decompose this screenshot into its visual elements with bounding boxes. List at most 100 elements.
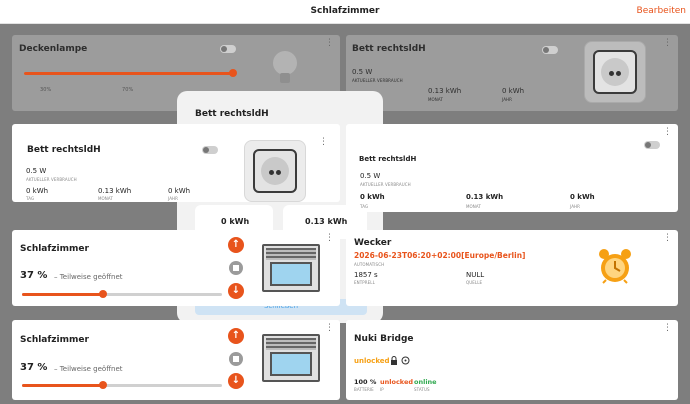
plug-right-power: 0.5 W <box>360 172 381 180</box>
nuki-battery: 100 % <box>354 378 377 386</box>
nuki-card[interactable]: Nuki Bridge ⋮ unlocked 100 % BATTERIE un… <box>346 320 678 400</box>
socket-pin <box>276 169 281 175</box>
lamp-scale-70: 70% <box>122 87 134 93</box>
plug-right-year-label: JAHR <box>570 204 581 209</box>
cover-1-percent: 37 % <box>20 270 48 281</box>
plug-left-toggle[interactable] <box>202 146 218 154</box>
dialog-tile-left-value: 0 kWh <box>221 217 250 226</box>
alarm-left-label: ENTPRELL <box>354 280 375 285</box>
cover-2-slider-thumb[interactable] <box>99 381 107 389</box>
arrow-up-icon[interactable]: ↑ <box>228 237 244 253</box>
cover-2-percent: 37 % <box>20 362 48 373</box>
lamp-scale-30: 30% <box>40 87 52 93</box>
socket-pin <box>609 70 614 76</box>
alarm-clock-icon <box>599 249 631 284</box>
edit-button[interactable]: Bearbeiten <box>637 6 686 16</box>
window-cover-icon <box>262 244 320 292</box>
lamp-brightness-slider[interactable] <box>24 69 237 77</box>
cover-1-slider-fill <box>22 293 102 296</box>
lamp-toggle[interactable] <box>220 45 236 53</box>
more-menu-icon[interactable]: ⋮ <box>319 138 328 147</box>
plug-top-month: 0.13 kWh <box>428 87 462 95</box>
plug-top-title: Bett rechtsldH <box>352 44 426 54</box>
nuki-lock-state: unlocked <box>354 357 390 365</box>
plug-top-year: 0 kWh <box>502 87 525 95</box>
plug-left-year-label: JAHR <box>168 196 179 201</box>
plug-top-year-label: JAHR <box>502 97 513 102</box>
cover-1-state: – Teilweise geöffnet <box>54 273 123 281</box>
plug-left-day: 0 kWh <box>26 187 49 195</box>
more-menu-icon[interactable]: ⋮ <box>663 324 672 333</box>
window-shade <box>266 338 316 350</box>
more-menu-icon[interactable]: ⋮ <box>663 39 672 48</box>
nuki-ip: unlocked <box>380 378 414 386</box>
unlock-action-icon[interactable] <box>401 356 410 365</box>
cover-2-state: – Teilweise geöffnet <box>54 365 123 373</box>
more-menu-icon[interactable]: ⋮ <box>663 128 672 137</box>
cover-card-1[interactable]: Schlafzimmer ⋮ 37 % – Teilweise geöffnet… <box>12 230 340 306</box>
lamp-slider-thumb[interactable] <box>229 69 237 77</box>
socket-face <box>593 50 637 94</box>
plug-left-title: Bett rechtsldH <box>27 145 101 155</box>
more-menu-icon[interactable]: ⋮ <box>325 234 334 243</box>
plug-top-month-label: MONAT <box>428 97 443 102</box>
dialog-tile-right-value: 0.13 kWh <box>305 217 348 226</box>
plug-top-toggle[interactable] <box>542 46 558 54</box>
top-bar: Schlafzimmer Bearbeiten <box>0 0 690 24</box>
cover-1-slider-thumb[interactable] <box>99 290 107 298</box>
window-glass <box>270 352 312 376</box>
plug-right-power-label: AKTUELLER VERBRAUCH <box>360 182 411 187</box>
cover-2-title: Schlafzimmer <box>20 335 89 345</box>
plug-left-year: 0 kWh <box>168 187 191 195</box>
plug-right-month: 0.13 kWh <box>466 193 504 201</box>
arrow-down-icon[interactable]: ↓ <box>228 283 244 299</box>
plug-right-day: 0 kWh <box>360 193 385 201</box>
plug-card-right[interactable]: Bett rechtsldH ⋮ 0.5 W AKTUELLER VERBRAU… <box>346 124 678 212</box>
plug-top-power: 0.5 W <box>352 68 373 76</box>
cover-1-slider[interactable] <box>22 290 222 298</box>
plug-right-toggle[interactable] <box>644 141 660 149</box>
socket-inner <box>261 157 289 185</box>
arrow-down-icon[interactable]: ↓ <box>228 373 244 389</box>
plug-left-power: 0.5 W <box>26 167 47 175</box>
plug-card-top[interactable]: Bett rechtsldH ⋮ 0.5 W AKTUELLER VERBRAU… <box>346 35 678 111</box>
lightbulb-icon <box>273 51 297 83</box>
alarm-right-value: NULL <box>466 271 485 279</box>
more-menu-icon[interactable]: ⋮ <box>325 324 334 333</box>
alarm-right-label: QUELLE <box>466 280 483 285</box>
stop-icon[interactable] <box>229 261 243 275</box>
stop-icon[interactable] <box>229 352 243 366</box>
nuki-ip-label: IP <box>380 387 384 392</box>
plug-left-day-label: TAG <box>26 196 35 201</box>
alarm-datetime: 2026-06-23T06:20+02:00[Europe/Berlin] <box>354 251 526 260</box>
dialog-title: Bett rechtsldH <box>195 109 269 119</box>
lamp-title: Deckenlampe <box>19 44 88 54</box>
power-socket-icon <box>244 140 306 202</box>
plug-right-title: Bett rechtsldH <box>359 155 417 163</box>
plug-left-power-label: AKTUELLER VERBRAUCH <box>26 177 77 182</box>
plug-card-left[interactable]: Bett rechtsldH ⋮ 0.5 W AKTUELLER VERBRAU… <box>12 124 340 202</box>
plug-right-year: 0 kWh <box>570 193 595 201</box>
arrow-up-icon[interactable]: ↑ <box>228 328 244 344</box>
plug-right-day-label: TAG <box>360 204 369 209</box>
socket-face <box>253 149 297 193</box>
page-title: Schlafzimmer <box>310 6 380 16</box>
window-cover-icon <box>262 334 320 382</box>
alarm-datetime-label: AUTOMATISCH <box>354 262 385 267</box>
more-menu-icon[interactable]: ⋮ <box>663 234 672 243</box>
cover-2-slider-fill <box>22 384 102 387</box>
cover-2-slider[interactable] <box>22 381 222 389</box>
more-menu-icon[interactable]: ⋮ <box>325 39 334 48</box>
nuki-title: Nuki Bridge <box>354 334 414 344</box>
alarm-card[interactable]: Wecker ⋮ 2026-06-23T06:20+02:00[Europe/B… <box>346 230 678 306</box>
plug-top-power-label: AKTUELLER VERBRAUCH <box>352 78 403 83</box>
alarm-left-value: 1857 s <box>354 271 378 279</box>
socket-inner <box>601 58 629 86</box>
cover-card-2[interactable]: Schlafzimmer ⋮ 37 % – Teilweise geöffnet… <box>12 320 340 400</box>
socket-pin <box>616 70 621 76</box>
nuki-status-label: STATUS <box>414 387 430 392</box>
window-glass <box>270 262 312 286</box>
plug-right-month-label: MONAT <box>466 204 481 209</box>
lamp-slider-fill <box>24 72 234 75</box>
window-shade <box>266 248 316 260</box>
